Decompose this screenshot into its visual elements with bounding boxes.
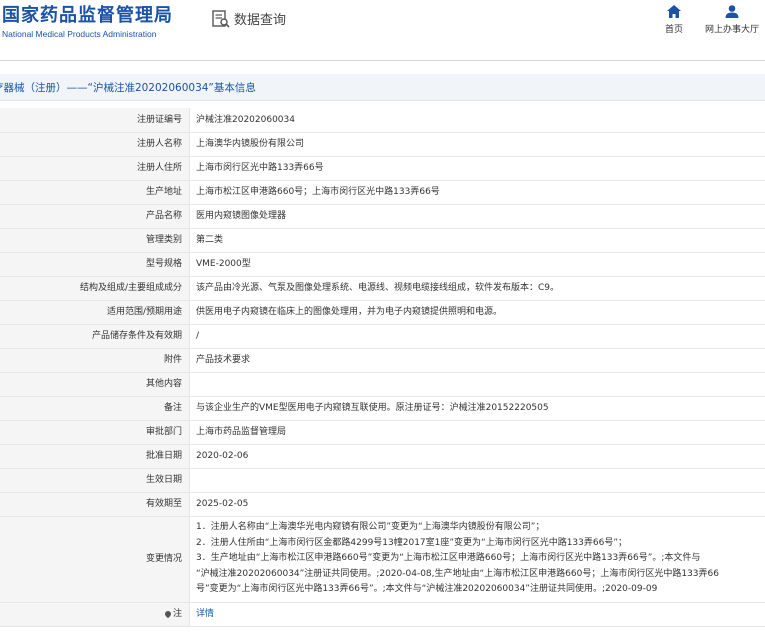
user-icon — [725, 5, 739, 22]
row-value — [189, 468, 765, 493]
row-value: 产品技术要求 — [189, 348, 765, 373]
row-value: / — [189, 324, 765, 349]
row-label: 注册证编号 — [0, 108, 190, 133]
nav-home-label: 首页 — [664, 25, 683, 35]
table-row-note: 注 详情 — [0, 602, 765, 627]
data-query-label: 数据查询 — [234, 13, 287, 28]
home-icon — [666, 5, 681, 22]
row-value: 医用内窥镜图像处理器 — [189, 204, 765, 229]
row-label: 有效期至 — [0, 492, 190, 517]
row-value: 第二类 — [189, 228, 765, 253]
row-value: 沪械注准20202060034 — [189, 108, 765, 133]
row-label: 备注 — [0, 396, 190, 421]
record-title: 疗器械（注册）——“沪械注准20202060034”基本信息 — [0, 82, 256, 94]
table-row: 审批部门 上海市药品监督管理局 — [0, 420, 765, 445]
change-line: 号”变更为“上海市闵行区光中路133弄66号”。;本文件与“沪械注准202020… — [196, 584, 658, 595]
nmpa-logo[interactable]: 国家药品监督管理局 National Medical Products Admi… — [2, 5, 173, 41]
table-row: 注册人住所 上海市闵行区光中路133弄66号 — [0, 156, 765, 181]
row-value — [189, 372, 765, 397]
data-query-heading: 数据查询 — [212, 9, 286, 28]
table-row: 产品名称 医用内窥镜图像处理器 — [0, 204, 765, 229]
row-value: 2020-02-06 — [189, 444, 765, 469]
row-value: 2025-02-05 — [189, 492, 765, 517]
row-label: 其他内容 — [0, 372, 190, 397]
row-label: 适用范围/预期用途 — [0, 300, 190, 325]
site-header: 国家药品监督管理局 National Medical Products Admi… — [0, 0, 765, 61]
change-line: 3．生产地址由“上海市松江区申港路660号”变更为“上海市松江区申港路660号；… — [196, 553, 701, 564]
location-pin-icon — [163, 609, 173, 618]
table-row: 管理类别 第二类 — [0, 228, 765, 253]
nav-home[interactable]: 首页 — [665, 5, 683, 35]
row-value: 与该企业生产的VME型医用电子内窥镜互联使用。原注册证号：沪械注准2015222… — [189, 396, 765, 421]
table-row: 生效日期 — [0, 468, 765, 493]
row-value: 供医用电子内窥镜在临床上的图像处理用，并为电子内窥镜提供照明和电源。 — [189, 300, 765, 325]
row-value: 上海市闵行区光中路133弄66号 — [189, 156, 765, 181]
row-label: 变更情况 — [0, 516, 190, 603]
top-nav: 首页 网上办事大厅 — [665, 5, 759, 35]
row-label: 型号规格 — [0, 252, 190, 277]
change-lines: 1．注册人名称由“上海澳华光电内窥镜有限公司”变更为“上海澳华内镜股份有限公司”… — [196, 518, 765, 600]
table-row: 附件 产品技术要求 — [0, 348, 765, 373]
table-row: 型号规格 VME-2000型 — [0, 252, 765, 277]
table-row: 注册人名称 上海澳华内镜股份有限公司 — [0, 132, 765, 157]
registration-info-table: 注册证编号 沪械注准20202060034 注册人名称 上海澳华内镜股份有限公司 注册人… — [0, 108, 765, 627]
change-line: 2．注册人住所由“上海市闵行区金都路4299号13幢2017室1座”变更为“上海… — [196, 537, 627, 548]
table-row: 生产地址 上海市松江区申港路660号；上海市闵行区光中路133弄66号 — [0, 180, 765, 205]
row-label: 生效日期 — [0, 468, 190, 493]
row-value: 上海澳华内镜股份有限公司 — [189, 132, 765, 157]
table-row: 批准日期 2020-02-06 — [0, 444, 765, 469]
row-label: 批准日期 — [0, 444, 190, 469]
data-query-icon — [212, 9, 230, 28]
row-label: 结构及组成/主要组成成分 — [0, 276, 190, 301]
logo-chinese-name: 国家药品监督管理局 — [2, 5, 173, 26]
row-label: 产品储存条件及有效期 — [0, 324, 190, 349]
row-value: VME-2000型 — [189, 252, 765, 277]
row-value: 该产品由冷光源、气泵及图像处理系统、电源线、视频电缆接线组成，软件发布版本：C9… — [189, 276, 765, 301]
table-row: 适用范围/预期用途 供医用电子内窥镜在临床上的图像处理用，并为电子内窥镜提供照明和… — [0, 300, 765, 325]
row-label: 注册人住所 — [0, 156, 190, 181]
change-line: “沪械注准20202060034”注册证共同使用。;2020-04-08,生产地… — [196, 568, 719, 579]
change-line: 1．注册人名称由“上海澳华光电内窥镜有限公司”变更为“上海澳华内镜股份有限公司”… — [196, 522, 545, 533]
note-label: 注 — [172, 609, 182, 619]
nav-online-service[interactable]: 网上办事大厅 — [705, 5, 759, 35]
changes-value: 1．注册人名称由“上海澳华光电内窥镜有限公司”变更为“上海澳华内镜股份有限公司”… — [189, 516, 765, 603]
table-row-changes: 变更情况 1．注册人名称由“上海澳华光电内窥镜有限公司”变更为“上海澳华内镜股份… — [0, 516, 765, 603]
table-row: 结构及组成/主要组成成分 该产品由冷光源、气泵及图像处理系统、电源线、视频电缆接线… — [0, 276, 765, 301]
table-row: 有效期至 2025-02-05 — [0, 492, 765, 517]
table-row: 产品储存条件及有效期 / — [0, 324, 765, 349]
row-value: 上海市松江区申港路660号；上海市闵行区光中路133弄66号 — [189, 180, 765, 205]
row-value: 上海市药品监督管理局 — [189, 420, 765, 445]
row-label: 生产地址 — [0, 180, 190, 205]
record-title-bar: 疗器械（注册）——“沪械注准20202060034”基本信息 — [0, 74, 765, 101]
row-label: 产品名称 — [0, 204, 190, 229]
row-value: 详情 — [189, 602, 765, 627]
table-row: 备注 与该企业生产的VME型医用电子内窥镜互联使用。原注册证号：沪械注准20152… — [0, 396, 765, 421]
row-label: 审批部门 — [0, 420, 190, 445]
table-row: 其他内容 — [0, 372, 765, 397]
nav-online-label: 网上办事大厅 — [704, 25, 759, 35]
row-label: 附件 — [0, 348, 190, 373]
details-link[interactable]: 详情 — [196, 609, 214, 619]
logo-english-name: National Medical Products Administration — [2, 29, 157, 39]
row-label: 注 — [0, 602, 190, 627]
row-label: 注册人名称 — [0, 132, 190, 157]
row-label: 管理类别 — [0, 228, 190, 253]
table-row: 注册证编号 沪械注准20202060034 — [0, 108, 765, 133]
